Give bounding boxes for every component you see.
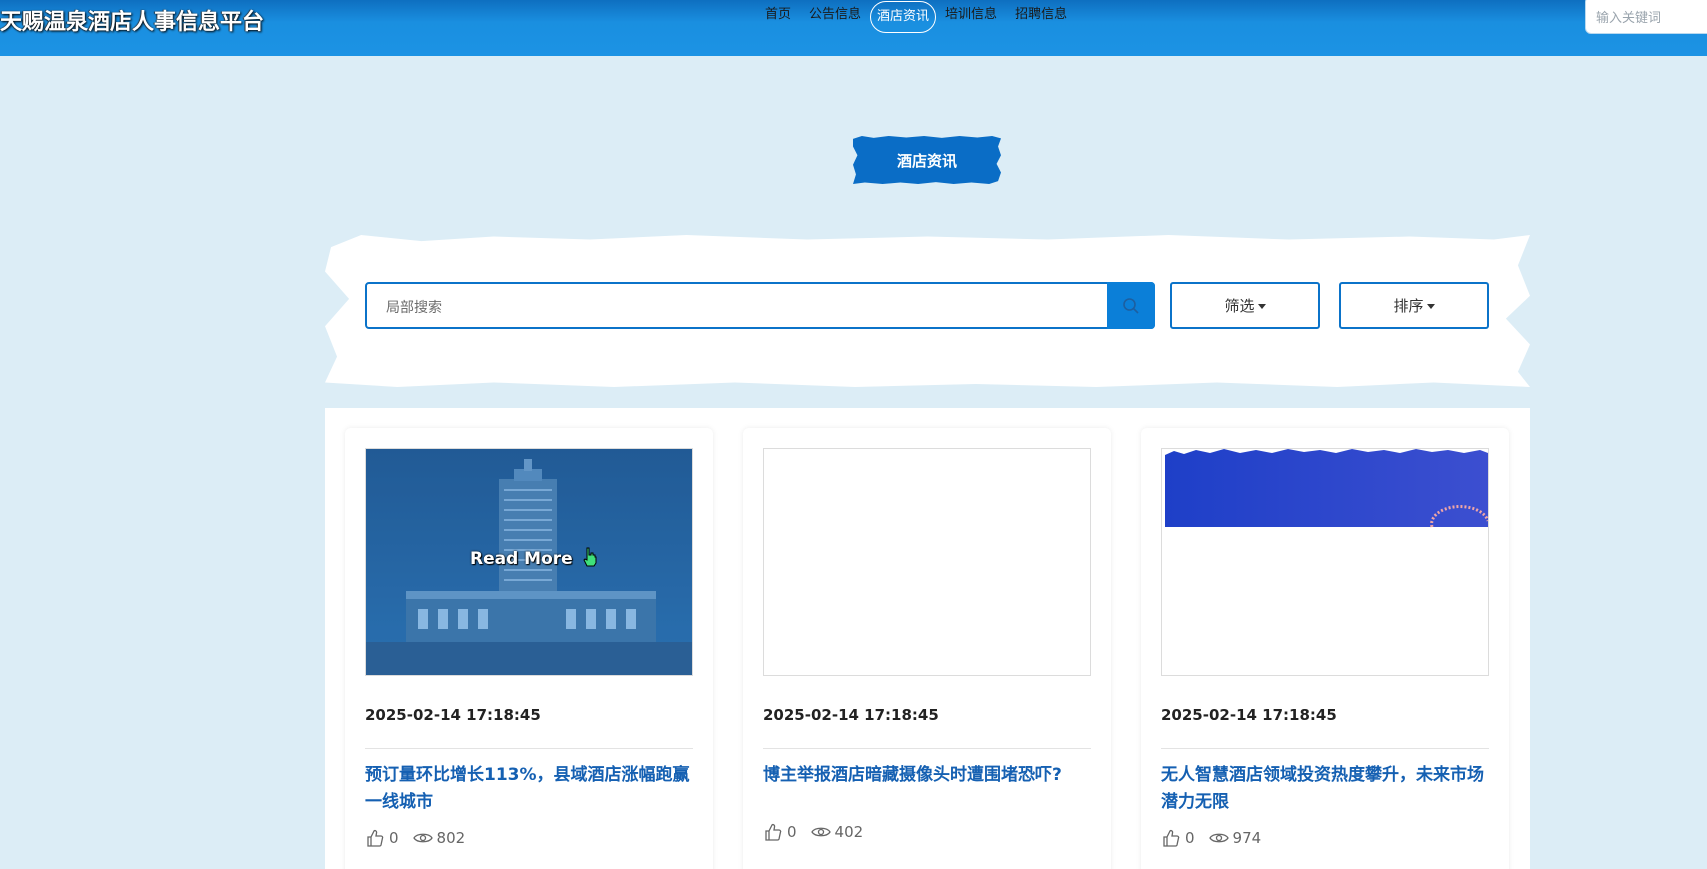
local-search-input[interactable]: 局部搜索: [365, 282, 1155, 329]
eye-icon: [810, 822, 831, 842]
like-count: 0: [1185, 829, 1195, 847]
sort-dropdown[interactable]: 排序: [1339, 282, 1489, 329]
view-count: 802: [436, 829, 466, 847]
search-placeholder: 局部搜索: [386, 300, 442, 316]
divider: [1161, 748, 1489, 749]
news-thumbnail[interactable]: Read More: [365, 448, 693, 676]
news-title[interactable]: 博主举报酒店暗藏摄像头时遭围堵恐吓?: [763, 762, 1091, 789]
site-brand[interactable]: 天赐温泉酒店人事信息平台: [0, 4, 264, 36]
news-date: 2025-02-14 17:18:45: [763, 706, 939, 724]
search-button[interactable]: [1107, 282, 1155, 329]
main-nav: 首页 公告信息 酒店资讯 培训信息 招聘信息: [756, 0, 1076, 34]
top-search-input[interactable]: 输入关键词: [1585, 0, 1707, 34]
news-thumbnail[interactable]: [763, 448, 1091, 676]
hand-cursor-icon: [583, 547, 597, 567]
nav-recruitment[interactable]: 招聘信息: [1006, 0, 1076, 34]
read-more-overlay[interactable]: Read More: [470, 549, 573, 569]
search-icon: [1123, 297, 1139, 314]
top-navbar: 天赐温泉酒店人事信息平台 首页 公告信息 酒店资讯 培训信息 招聘信息 输入关键…: [0, 0, 1707, 56]
thumbs-up-icon[interactable]: [763, 822, 783, 842]
news-card[interactable]: Read More 2025-02-14 17:18:45 预订量环比增长113…: [345, 428, 713, 869]
news-stats: 0 802: [365, 828, 465, 848]
news-date: 2025-02-14 17:18:45: [1161, 706, 1337, 724]
news-stats: 0 402: [763, 822, 863, 842]
news-title[interactable]: 无人智慧酒店领域投资热度攀升，未来市场潜力无限: [1161, 762, 1489, 816]
filter-label: 筛选: [1224, 297, 1255, 315]
news-title[interactable]: 预订量环比增长113%，县域酒店涨幅跑赢一线城市: [365, 762, 693, 816]
nav-notices[interactable]: 公告信息: [800, 0, 870, 34]
chevron-down-icon: [1426, 304, 1435, 309]
nav-training[interactable]: 培训信息: [936, 0, 1006, 34]
nav-hotel-news[interactable]: 酒店资讯: [870, 1, 937, 33]
view-count: 974: [1232, 829, 1262, 847]
nav-home[interactable]: 首页: [756, 0, 800, 34]
news-date: 2025-02-14 17:18:45: [365, 706, 541, 724]
blue-banner-image: [1165, 449, 1488, 528]
news-card[interactable]: 2025-02-14 17:18:45 博主举报酒店暗藏摄像头时遭围堵恐吓? 0…: [743, 428, 1111, 869]
like-count: 0: [787, 823, 797, 841]
thumbs-up-icon[interactable]: [365, 828, 385, 848]
news-card[interactable]: 2025-02-14 17:18:45 无人智慧酒店领域投资热度攀升，未来市场潜…: [1141, 428, 1509, 869]
sort-label: 排序: [1393, 297, 1424, 315]
eye-icon: [412, 828, 433, 848]
filter-dropdown[interactable]: 筛选: [1170, 282, 1320, 329]
divider: [365, 748, 693, 749]
section-title: 酒店资讯: [853, 136, 1001, 184]
news-thumbnail[interactable]: [1161, 448, 1489, 676]
eye-icon: [1208, 828, 1229, 848]
view-count: 402: [834, 823, 864, 841]
chevron-down-icon: [1257, 304, 1266, 309]
thumbs-up-icon[interactable]: [1161, 828, 1181, 848]
divider: [763, 748, 1091, 749]
news-stats: 0 974: [1161, 828, 1261, 848]
like-count: 0: [389, 829, 399, 847]
